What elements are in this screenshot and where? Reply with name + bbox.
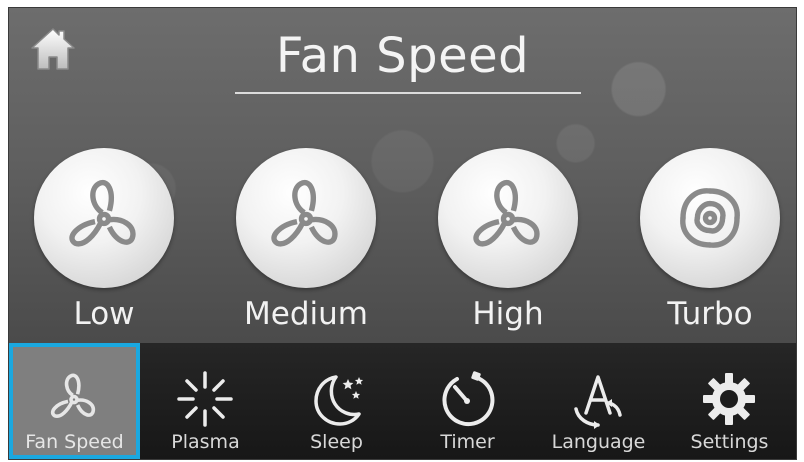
fan-icon	[69, 179, 136, 247]
fan-control-screen: Fan Speed Low Medium High Turbo Fan Spee…	[8, 7, 797, 460]
speed-circle	[640, 148, 780, 288]
speed-label: Low	[73, 296, 135, 332]
tab-label: Language	[551, 431, 646, 453]
gear-icon	[703, 373, 755, 425]
bottom-tab-bar: Fan Speed Plasma Sleep Timer Language Se…	[9, 343, 796, 459]
speed-circle	[236, 148, 376, 288]
fan-icon	[271, 179, 338, 247]
fan-icon	[50, 373, 96, 418]
speed-button-high[interactable]: High	[433, 148, 583, 332]
tab-sleep[interactable]: Sleep	[271, 343, 402, 459]
speed-label: Medium	[244, 296, 368, 332]
plasma-burst-icon	[177, 371, 233, 427]
title-underline	[235, 92, 581, 94]
speed-button-turbo[interactable]: Turbo	[635, 148, 785, 332]
speed-label: High	[472, 296, 544, 332]
speed-label: Turbo	[667, 296, 753, 332]
speed-circle	[34, 148, 174, 288]
tab-label: Fan Speed	[25, 431, 124, 453]
tab-fan-speed[interactable]: Fan Speed	[9, 343, 140, 459]
tab-label: Settings	[690, 431, 769, 453]
tab-settings[interactable]: Settings	[664, 343, 795, 459]
tab-label: Timer	[440, 431, 495, 453]
tab-label: Sleep	[310, 431, 363, 453]
speed-button-low[interactable]: Low	[29, 148, 179, 332]
turbo-swirl-icon	[680, 188, 740, 248]
tab-language[interactable]: Language	[533, 343, 664, 459]
fan-icon	[473, 179, 540, 247]
tab-timer[interactable]: Timer	[402, 343, 533, 459]
tab-plasma[interactable]: Plasma	[140, 343, 271, 459]
page-title: Fan Speed	[275, 28, 530, 84]
speed-circle	[438, 148, 578, 288]
language-a-icon	[574, 375, 622, 429]
speed-button-medium[interactable]: Medium	[231, 148, 381, 332]
tab-label: Plasma	[171, 431, 240, 453]
moon-stars-icon	[314, 375, 364, 426]
stopwatch-icon	[442, 371, 495, 427]
